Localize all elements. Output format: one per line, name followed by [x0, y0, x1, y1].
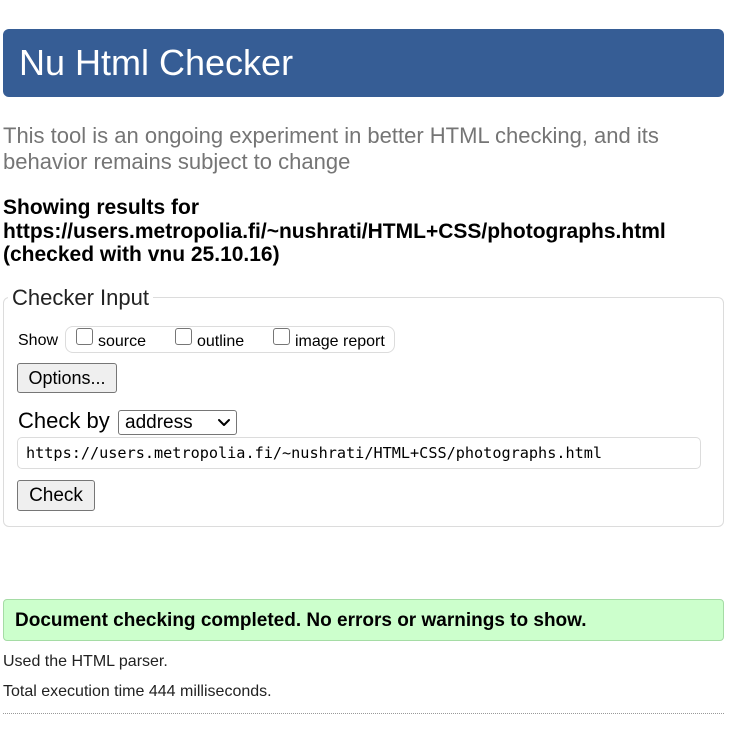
check-by-select[interactable]: address	[118, 410, 237, 435]
results-heading-version: (checked with vnu 25.10.16)	[3, 243, 280, 266]
chevron-down-icon	[218, 419, 230, 426]
image-report-label: image report	[295, 333, 385, 350]
show-label: Show	[18, 332, 59, 349]
page: Nu Html Checker This tool is an ongoing …	[0, 0, 732, 732]
results-heading-url: https://users.metropolia.fi/~nushrati/HT…	[3, 219, 666, 243]
header-banner: Nu Html Checker	[3, 29, 724, 97]
checker-input-legend: Checker Input	[8, 287, 153, 309]
image-report-checkbox[interactable]	[273, 328, 290, 345]
intro-text: This tool is an ongoing experiment in be…	[3, 123, 659, 174]
check-button[interactable]: Check	[17, 480, 95, 511]
success-message: Document checking completed. No errors o…	[15, 610, 587, 631]
results-heading-label: Showing results for	[3, 196, 200, 219]
outline-checkbox[interactable]	[175, 328, 192, 345]
outline-label: outline	[197, 333, 245, 350]
parser-note: Used the HTML parser.	[3, 653, 168, 670]
page-title: Nu Html Checker	[19, 42, 294, 83]
results-heading: Showing results for https://users.metrop…	[3, 196, 732, 267]
url-input[interactable]	[17, 437, 701, 469]
options-button[interactable]: Options...	[17, 363, 117, 393]
check-by-label: Check by	[18, 408, 110, 433]
source-checkbox[interactable]	[76, 328, 93, 345]
divider	[3, 713, 724, 714]
check-by-selected-value: address	[125, 412, 193, 433]
source-label: source	[98, 333, 147, 350]
execution-time: Total execution time 444 milliseconds.	[3, 683, 272, 700]
success-message-box: Document checking completed. No errors o…	[3, 599, 724, 641]
